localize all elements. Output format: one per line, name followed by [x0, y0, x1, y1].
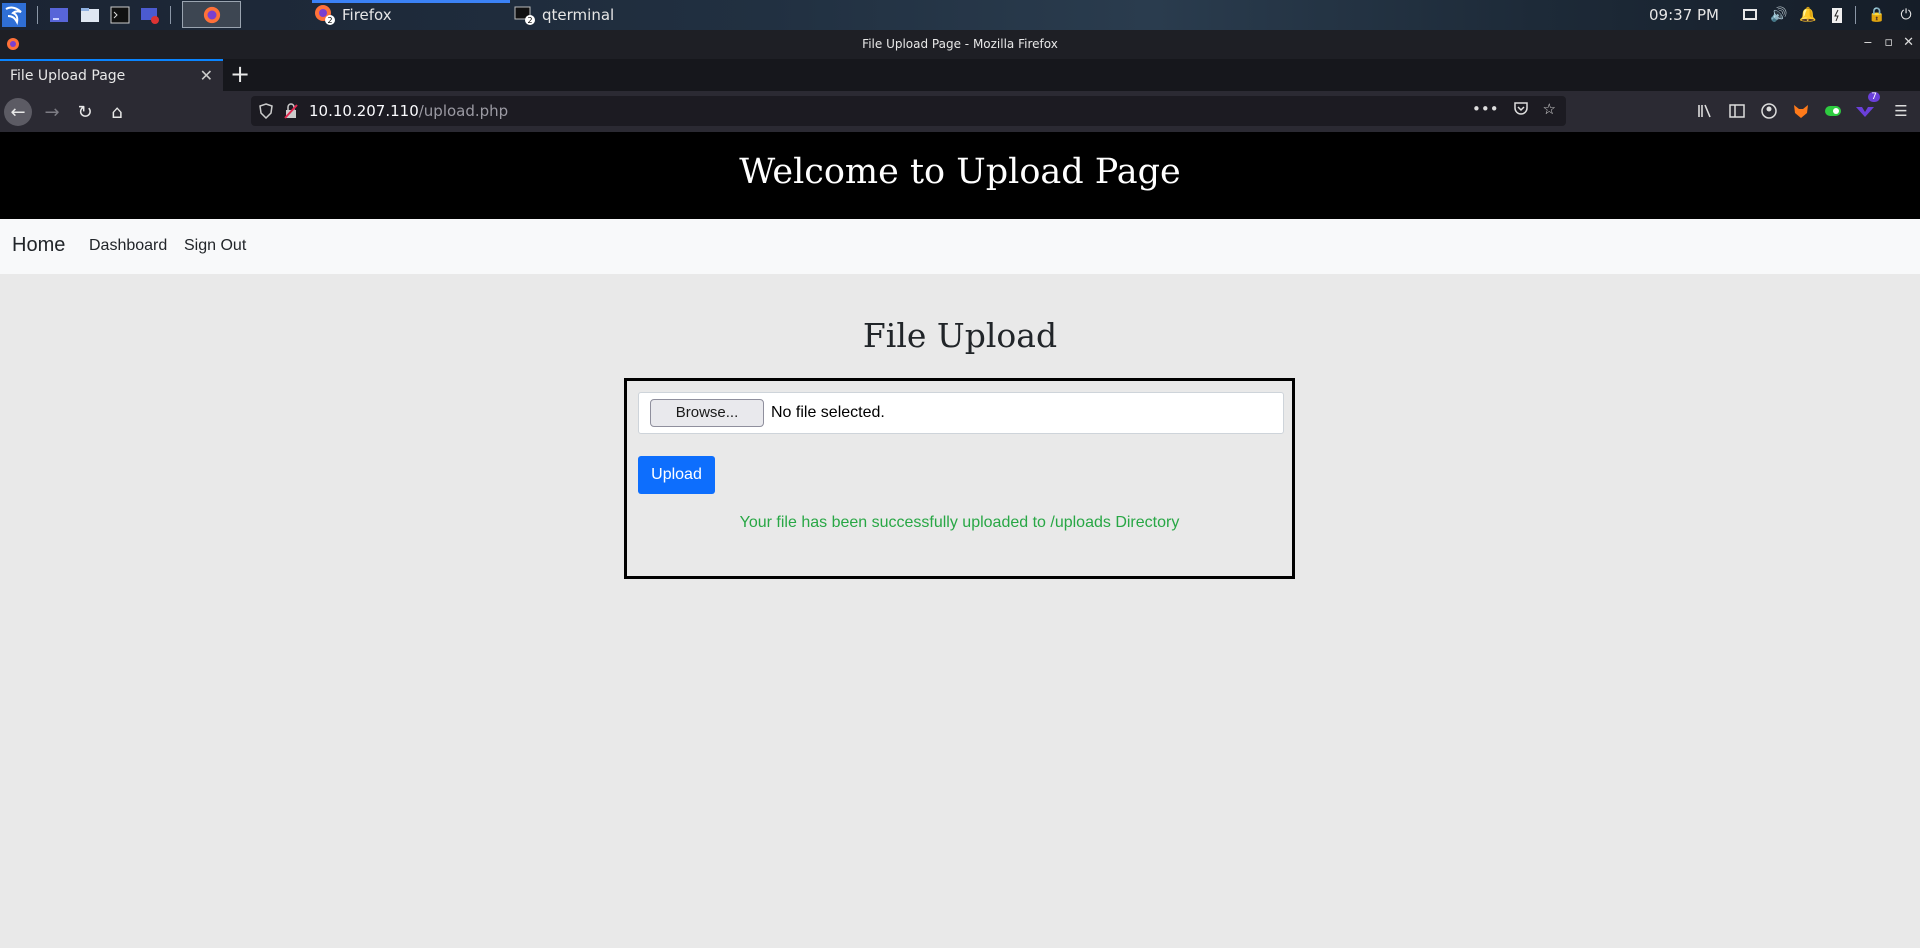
- clock[interactable]: 09:37 PM: [1649, 6, 1719, 24]
- sidebar-icon[interactable]: [1726, 100, 1748, 122]
- screenshot-icon[interactable]: [140, 5, 160, 25]
- reload-icon[interactable]: ↻: [71, 98, 99, 126]
- tab-title: File Upload Page: [10, 68, 126, 84]
- url-host: 10.10.207.110: [309, 102, 419, 120]
- upload-form: Browse... No file selected. Upload Your …: [624, 378, 1295, 579]
- battery-icon[interactable]: [1829, 7, 1845, 23]
- success-message: Your file has been successfully uploaded…: [739, 514, 1180, 531]
- tracking-shield-icon[interactable]: [259, 103, 273, 119]
- page-title: File Upload: [862, 316, 1058, 355]
- close-tab-icon[interactable]: ✕: [200, 66, 213, 85]
- account-icon[interactable]: [1758, 100, 1780, 122]
- monitor-icon[interactable]: [1742, 7, 1758, 23]
- upload-button[interactable]: Upload: [638, 456, 715, 494]
- svg-text:2: 2: [327, 16, 332, 25]
- lock-icon[interactable]: 🔒: [1868, 7, 1885, 23]
- page-actions-icon[interactable]: •••: [1472, 100, 1499, 120]
- window-title: File Upload Page - Mozilla Firefox: [862, 37, 1058, 51]
- page-content: Welcome to Upload Page Home Dashboard Si…: [0, 132, 1920, 948]
- close-window-icon[interactable]: ✕: [1903, 35, 1914, 50]
- hamburger-menu-icon[interactable]: ☰: [1890, 100, 1912, 122]
- address-bar[interactable]: 10.10.207.110/upload.php ••• ☆: [251, 96, 1566, 126]
- bell-icon[interactable]: 🔔: [1799, 7, 1816, 23]
- task-qterminal[interactable]: 2 qterminal: [512, 0, 712, 30]
- back-icon[interactable]: ←: [4, 98, 32, 126]
- tray-separator: [1855, 6, 1856, 24]
- system-tray: 09:37 PM 🔊 🔔 🔒 ⏻: [1649, 0, 1920, 30]
- tab-file-upload-page[interactable]: File Upload Page ✕: [0, 59, 223, 91]
- hero-title: Welcome to Upload Page: [0, 132, 1920, 219]
- nav-home-link[interactable]: Home: [12, 234, 65, 257]
- power-icon[interactable]: ⏻: [1898, 7, 1914, 23]
- firefox-launcher-button[interactable]: [182, 1, 241, 28]
- browse-button[interactable]: Browse...: [650, 399, 764, 427]
- tab-strip: File Upload Page ✕ +: [0, 59, 1920, 91]
- foxyproxy-icon[interactable]: [1790, 100, 1812, 122]
- url-actions: ••• ☆: [1472, 100, 1556, 120]
- insecure-lock-icon[interactable]: [283, 103, 299, 119]
- window-titlebar: File Upload Page - Mozilla Firefox ‒ ▫ ✕: [0, 30, 1920, 59]
- svg-text:2: 2: [527, 16, 532, 25]
- pocket-icon[interactable]: [1513, 100, 1529, 120]
- taskbar-separator: [170, 6, 171, 24]
- kali-menu-icon[interactable]: [2, 3, 26, 27]
- toolbar-right: 7 ☰: [1694, 92, 1920, 122]
- task-firefox[interactable]: 2 Firefox: [312, 0, 510, 30]
- bookmark-star-icon[interactable]: ☆: [1543, 100, 1556, 120]
- minimize-icon[interactable]: ‒: [1864, 35, 1872, 50]
- firefox-task-icon: 2: [315, 5, 335, 25]
- task-label: qterminal: [542, 6, 615, 24]
- new-tab-icon[interactable]: +: [230, 61, 250, 87]
- url-path: /upload.php: [418, 102, 509, 120]
- site-navbar: Home Dashboard Sign Out: [0, 219, 1920, 274]
- desktop-taskbar: 2 Firefox 2 qterminal 09:37 PM 🔊 🔔 🔒 ⏻: [0, 0, 1920, 30]
- file-input[interactable]: Browse... No file selected.: [638, 392, 1284, 434]
- file-manager-icon[interactable]: [80, 5, 100, 25]
- volume-icon[interactable]: 🔊: [1770, 7, 1787, 23]
- library-icon[interactable]: [1694, 100, 1716, 122]
- maximize-icon[interactable]: ▫: [1884, 35, 1893, 50]
- terminal-task-icon: 2: [514, 6, 535, 25]
- browser-navbar: ← → ↻ ⌂ 10.10.207.110/upload.php ••• ☆ 7…: [0, 91, 1920, 132]
- task-label: Firefox: [342, 6, 392, 24]
- nav-signout-link[interactable]: Sign Out: [184, 237, 246, 255]
- file-status: No file selected.: [771, 404, 885, 421]
- cookie-editor-icon[interactable]: [1822, 100, 1844, 122]
- home-icon[interactable]: ⌂: [103, 98, 131, 126]
- show-desktop-icon[interactable]: [49, 5, 69, 25]
- firefox-icon: [203, 6, 221, 24]
- taskbar-separator: [37, 6, 38, 24]
- extension-badge: 7: [1868, 92, 1880, 102]
- forward-icon[interactable]: →: [38, 98, 66, 126]
- terminal-icon[interactable]: [110, 5, 130, 25]
- wappalyzer-icon[interactable]: 7: [1854, 92, 1880, 122]
- active-task-indicator: [312, 0, 510, 3]
- nav-dashboard-link[interactable]: Dashboard: [89, 237, 167, 255]
